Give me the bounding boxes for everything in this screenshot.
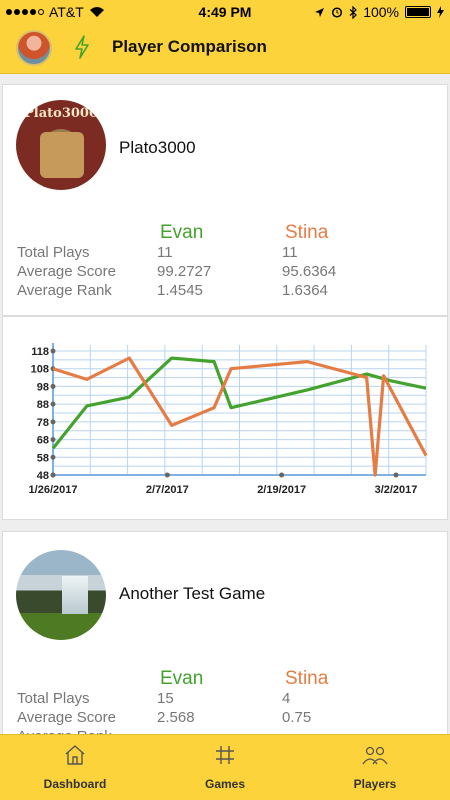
x-tick-label: 1/26/2017 <box>29 484 78 496</box>
y-tick-dot <box>50 401 56 407</box>
y-tick-dot <box>50 437 56 443</box>
game-title: Another Test Game <box>119 584 266 603</box>
players-icon <box>362 746 388 765</box>
stat-row-score: Average Score 2.568 0.75 <box>17 709 312 726</box>
x-tick-label: 3/2/2017 <box>375 484 418 496</box>
lightning-icon[interactable] <box>74 35 90 59</box>
stat-row-plays: Total Plays 15 4 <box>17 690 291 707</box>
x-tick-dot <box>164 472 170 478</box>
app-header: Player Comparison <box>0 24 450 74</box>
page-title: Player Comparison <box>112 37 267 56</box>
comparison-list[interactable]: Plato3000 Plato3000 Evan Stina Total Pla… <box>0 76 450 734</box>
y-tick-label: 108 <box>31 364 49 376</box>
x-tick-dot <box>393 472 399 478</box>
stat-row-score: Average Score 99.2727 95.6364 <box>17 263 337 280</box>
home-icon <box>65 745 85 765</box>
tab-label: Players <box>353 777 397 791</box>
x-tick-label: 2/19/2017 <box>257 484 306 496</box>
hash-icon <box>216 746 234 764</box>
stats-table: Total Plays 11 11 Average Score 99.2727 95.6… <box>17 244 336 301</box>
status-bar: AT&T 4:49 PM 100% <box>0 0 450 24</box>
tab-label: Games <box>204 777 246 791</box>
x-tick-dot <box>279 472 285 478</box>
stat-row-rank: Average Rank 1.4545 1.6364 <box>17 282 328 299</box>
tab-bar: Dashboard Games Players <box>0 734 450 800</box>
game-thumbnail <box>16 550 106 640</box>
y-tick-label: 118 <box>31 346 49 358</box>
y-tick-dot <box>50 348 56 354</box>
y-tick-label: 48 <box>37 470 49 482</box>
y-tick-label: 78 <box>37 417 49 429</box>
bluetooth-icon <box>349 5 358 19</box>
tab-dashboard[interactable]: Dashboard <box>0 743 150 791</box>
game-card: Plato3000 Plato3000 Evan Stina Total Pla… <box>2 84 448 316</box>
y-tick-label: 58 <box>37 452 49 464</box>
alarm-icon <box>332 7 343 18</box>
y-tick-label: 68 <box>37 435 49 447</box>
game-thumbnail: Plato3000 <box>16 100 106 190</box>
x-tick-label: 2/7/2017 <box>146 484 189 496</box>
player1-header: Evan <box>160 668 204 689</box>
player1-header: Evan <box>160 222 204 243</box>
x-tick-dot <box>50 472 56 478</box>
stat-row-plays: Total Plays 11 11 <box>17 244 298 261</box>
y-tick-label: 88 <box>37 399 49 411</box>
location-icon <box>315 7 325 17</box>
y-tick-dot <box>50 454 56 460</box>
game-title: Plato3000 <box>119 138 196 157</box>
battery-icon <box>405 6 431 18</box>
player2-header: Stina <box>285 222 329 243</box>
charging-icon <box>437 6 444 18</box>
player2-header: Stina <box>285 668 329 689</box>
tab-games[interactable]: Games <box>150 743 300 791</box>
y-tick-label: 98 <box>37 381 49 393</box>
tab-players[interactable]: Players <box>300 743 450 791</box>
battery-percent: 100% <box>363 4 399 20</box>
y-tick-dot <box>50 383 56 389</box>
thumb-title: Plato3000 <box>24 106 98 121</box>
status-icons: 100% <box>314 4 444 20</box>
y-tick-dot <box>50 419 56 425</box>
score-line-chart: 118 108 98 88 78 68 58 48 1/26/2017 2/7/2017 2/19/… <box>29 343 428 496</box>
avatar[interactable] <box>16 30 52 66</box>
game-card: Another Test Game Evan Stina Total Plays… <box>2 531 448 734</box>
stats-table: Total Plays154 Average Score2.5680.75 Av… <box>17 690 311 734</box>
score-chart-card: 118 108 98 88 78 68 58 48 1/26/2017 2/7/2017 2/19/… <box>2 316 448 520</box>
tab-label: Dashboard <box>43 777 107 791</box>
